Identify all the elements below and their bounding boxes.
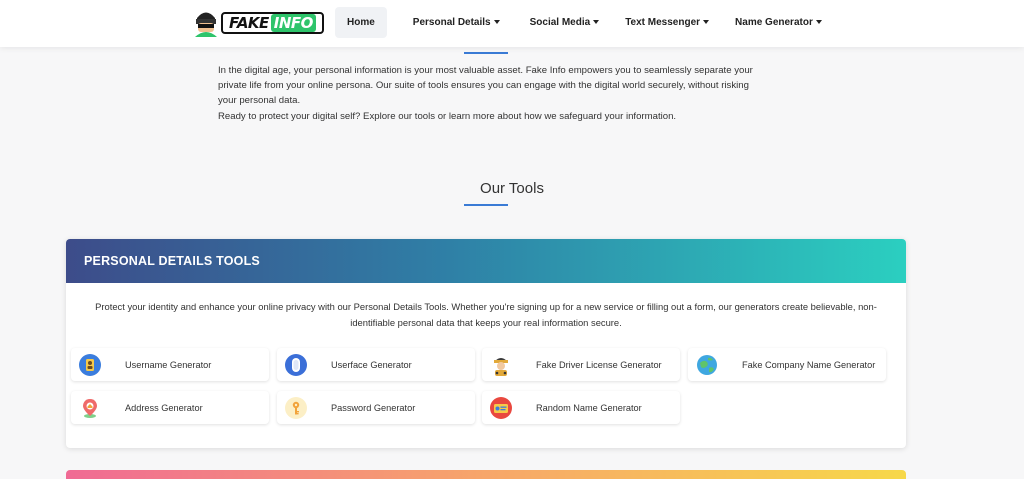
password-key-icon — [285, 396, 307, 419]
tool-userface-generator[interactable]: Userface Generator — [277, 348, 475, 381]
nav-text-messenger[interactable]: Text Messenger — [613, 7, 721, 38]
hacker-mask-icon — [193, 9, 219, 37]
nav-home-label: Home — [347, 17, 375, 28]
logo-part2: INFO — [270, 14, 316, 32]
navbar: FAKE INFO Home Personal Details Social M… — [0, 0, 1024, 47]
company-globe-icon — [696, 354, 718, 376]
card-description: Protect your identity and enhance your o… — [95, 301, 877, 328]
tool-fake-company-name-generator[interactable]: Fake Company Name Generator — [688, 348, 886, 381]
caret-down-icon — [815, 19, 822, 24]
tool-random-name-generator[interactable]: Random Name Generator — [482, 391, 680, 424]
name-card-icon — [490, 396, 512, 419]
tools-title-underline — [464, 204, 508, 206]
userface-icon — [285, 353, 307, 376]
tool-label: Address Generator — [125, 402, 203, 413]
intro-text: In the digital age, your personal inform… — [218, 63, 763, 124]
card-header: PERSONAL DETAILS TOOLS — [66, 239, 906, 283]
logo-part1: FAKE — [229, 14, 269, 32]
nav-text-messenger-label: Text Messenger — [625, 17, 701, 28]
driver-license-icon — [490, 354, 512, 376]
tool-label: Userface Generator — [331, 359, 412, 370]
card-title: PERSONAL DETAILS TOOLS — [84, 254, 260, 268]
intro-paragraph: In the digital age, your personal inform… — [218, 65, 753, 107]
logo-wordmark: FAKE INFO — [221, 12, 324, 34]
tool-fake-driver-license-generator[interactable]: Fake Driver License Generator — [482, 348, 680, 381]
caret-down-icon — [703, 19, 710, 24]
nav-social-media[interactable]: Social Media — [518, 7, 612, 38]
personal-details-tools-card: PERSONAL DETAILS TOOLS Protect your iden… — [66, 239, 906, 448]
tool-address-generator[interactable]: Address Generator — [71, 391, 269, 424]
site-logo[interactable]: FAKE INFO — [193, 8, 324, 38]
nav-social-media-label: Social Media — [529, 17, 591, 28]
nav-name-generator[interactable]: Name Generator — [723, 7, 834, 38]
nav-name-generator-label: Name Generator — [735, 17, 813, 28]
tool-label: Password Generator — [331, 402, 416, 413]
caret-down-icon — [593, 19, 600, 24]
nav-personal-details-label: Personal Details — [412, 17, 491, 28]
next-tools-card-header — [66, 470, 906, 479]
tool-label: Username Generator — [125, 359, 212, 370]
username-icon — [79, 353, 101, 376]
tool-password-generator[interactable]: Password Generator — [277, 391, 475, 424]
section-divider — [464, 52, 508, 54]
nav-home[interactable]: Home — [335, 7, 387, 38]
tool-label: Random Name Generator — [536, 402, 642, 413]
nav-personal-details[interactable]: Personal Details — [401, 7, 512, 38]
main-nav: Home Personal Details Social Media Text … — [335, 7, 834, 38]
tool-username-generator[interactable]: Username Generator — [71, 348, 269, 381]
address-pin-icon — [79, 397, 101, 419]
caret-down-icon — [493, 19, 500, 24]
tools-section-title: Our Tools — [480, 180, 544, 197]
tool-label: Fake Driver License Generator — [536, 359, 662, 370]
intro-cta: Ready to protect your digital self? Expl… — [218, 110, 677, 122]
tool-label: Fake Company Name Generator — [742, 359, 876, 370]
